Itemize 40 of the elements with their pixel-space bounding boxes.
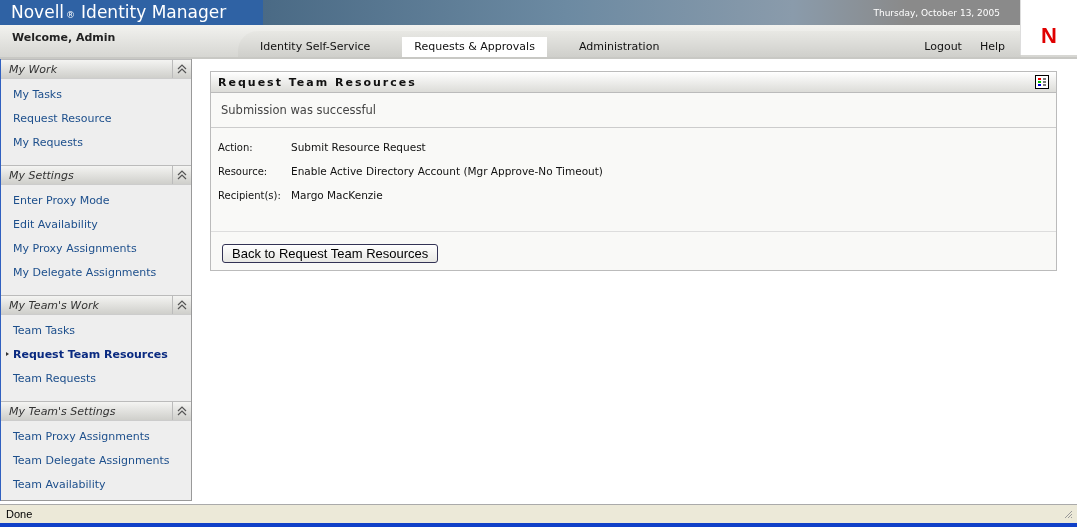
sidebar-item[interactable]: Request Team Resources	[13, 347, 168, 361]
back-button[interactable]: Back to Request Team Resources	[222, 244, 439, 263]
field-value: Enable Active Directory Account (Mgr Approve-No Timeout)	[291, 165, 604, 177]
trademark-sign: ®	[66, 9, 76, 22]
section-title: My Team's Settings	[9, 404, 116, 418]
sidebar-item[interactable]: Team Requests	[13, 371, 96, 385]
tab[interactable]: Administration	[566, 37, 672, 57]
logo: N	[1020, 0, 1077, 55]
resize-grip-icon	[1063, 509, 1073, 519]
field-label: Resource:	[218, 165, 269, 177]
product-name: Novell	[11, 1, 65, 24]
sidebar-item[interactable]: My Requests	[13, 135, 83, 149]
sidebar-item[interactable]: Team Proxy Assignments	[13, 429, 150, 443]
header-link[interactable]: Logout	[924, 40, 962, 57]
sidebar-item[interactable]: My Delegate Assignments	[13, 265, 157, 279]
tab[interactable]: Requests & Approvals	[402, 37, 547, 57]
field-label: Recipient(s):	[218, 189, 282, 201]
field-value: Submit Resource Request	[291, 141, 427, 153]
tab[interactable]: Identity Self-Service	[248, 37, 383, 57]
grid-icon[interactable]	[1035, 75, 1049, 89]
date-text: Thursday, October 13, 2005	[873, 7, 1000, 18]
sidebar-item[interactable]: Team Tasks	[13, 323, 76, 337]
field-label: Action:	[218, 141, 254, 153]
section-title: My Team's Work	[9, 298, 99, 312]
field-value: Margo MacKenzie	[291, 189, 384, 201]
product-title: Identity Manager	[81, 1, 227, 24]
sidebar-item[interactable]: Team Delegate Assignments	[13, 453, 170, 467]
sidebar-item[interactable]: Team Availability	[13, 477, 106, 491]
sidebar-item[interactable]: My Tasks	[13, 87, 62, 101]
status-text: Done	[6, 508, 33, 520]
status-message: Submission was successful	[221, 103, 377, 117]
header-link[interactable]: Help	[979, 40, 1005, 57]
section-title: My Settings	[9, 168, 74, 182]
section-title: My Work	[9, 62, 57, 76]
sidebar-item[interactable]: Enter Proxy Mode	[13, 193, 110, 207]
welcome-text: Welcome, Admin	[11, 30, 117, 46]
panel-title: Request Team Resources	[218, 75, 417, 89]
sidebar-item[interactable]: My Proxy Assignments	[13, 241, 137, 255]
sidebar-item[interactable]: Edit Availability	[13, 217, 98, 231]
sidebar-item[interactable]: Request Resource	[13, 111, 112, 125]
